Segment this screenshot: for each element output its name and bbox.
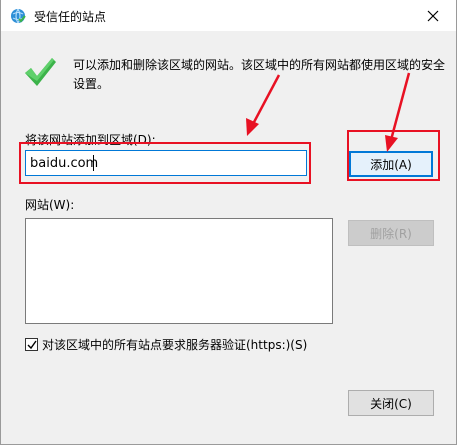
info-text: 可以添加和删除该区域的网站。该区域中的所有网站都使用区域的安全设置。 — [73, 58, 446, 91]
https-checkbox[interactable] — [25, 338, 38, 351]
checkbox-check-icon — [27, 340, 37, 349]
close-button[interactable]: 关闭(C) — [348, 390, 434, 416]
close-icon — [427, 10, 439, 21]
window-close-button[interactable] — [410, 0, 456, 31]
text-caret — [93, 155, 94, 171]
sites-list[interactable] — [25, 218, 333, 324]
sites-label: 网站(W): — [25, 198, 75, 212]
window-title: 受信任的站点 — [34, 10, 107, 24]
add-button[interactable]: 添加(A) — [349, 151, 433, 177]
globe-check-icon — [11, 8, 26, 24]
site-url-input[interactable] — [25, 150, 307, 176]
delete-button[interactable]: 删除(R) — [348, 220, 434, 246]
https-check-label: 对该区域中的所有站点要求服务器验证(https:)(S) — [42, 338, 308, 352]
add-site-label: 将该网站添加到区域(D): — [25, 133, 156, 147]
https-check-row[interactable]: 对该区域中的所有站点要求服务器验证(https:)(S) — [25, 336, 307, 353]
trusted-sites-dialog: 受信任的站点 可以添加和删除该区域的网站。该区域中的所有网站都使用区域的安全设置… — [0, 0, 457, 445]
checkmark-icon — [25, 58, 56, 86]
title-bar: 受信任的站点 — [1, 0, 456, 31]
